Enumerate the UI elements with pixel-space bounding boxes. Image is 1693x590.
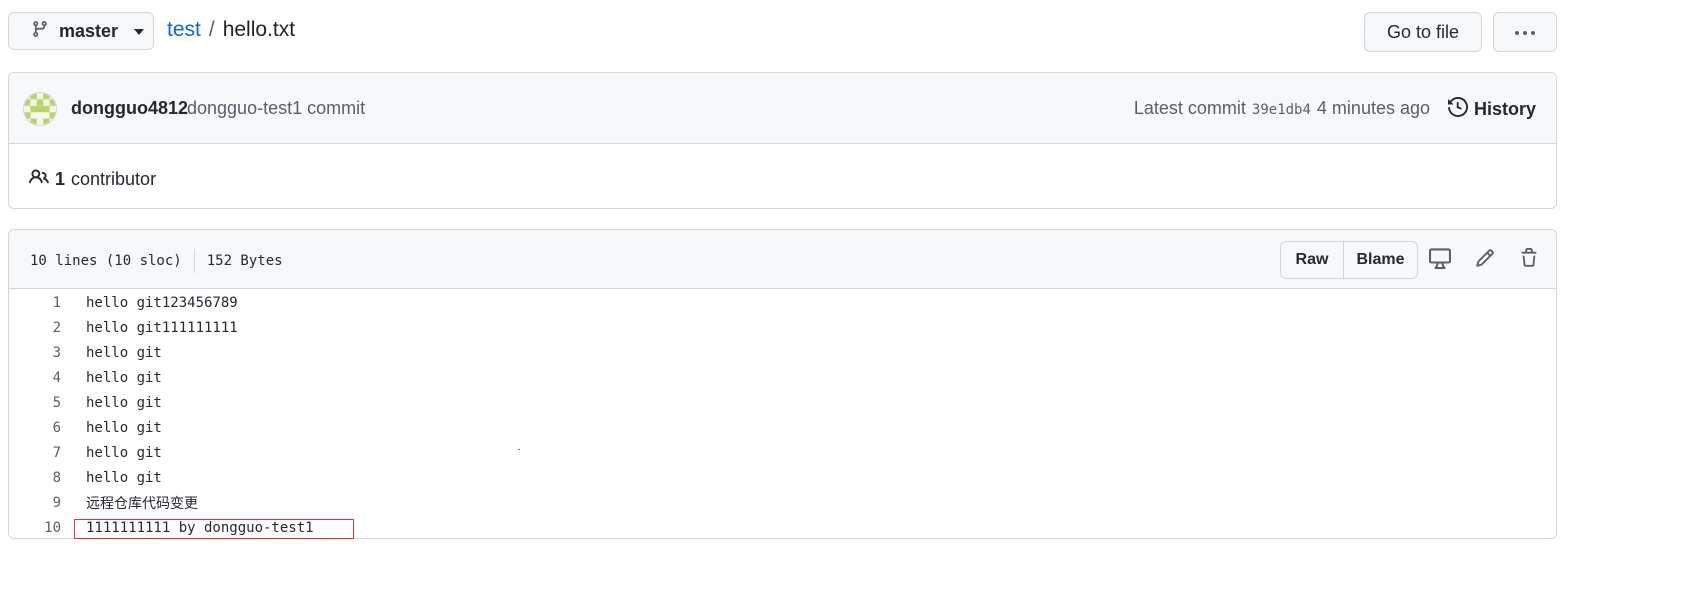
branch-selector-button[interactable]: master [8, 12, 154, 50]
code-line: 5 hello git [9, 390, 1556, 415]
line-content: 远程仓库代码变更 [86, 495, 198, 512]
history-label: History [1473, 99, 1536, 119]
latest-commit-box: dongguo4812 dongguo-test1 commit Latest … [8, 72, 1557, 209]
raw-blame-group: Raw Blame [1280, 241, 1418, 279]
latest-commit-label: Latest commit [1133, 98, 1246, 118]
commit-header: dongguo4812 dongguo-test1 commit Latest … [9, 73, 1556, 144]
code-line: 8 hello git [9, 465, 1556, 490]
raw-button[interactable]: Raw [1281, 242, 1344, 278]
file-size: 152 Bytes [206, 253, 283, 269]
commit-message-link[interactable]: dongguo-test1 commit [187, 98, 365, 119]
code-table: 1 hello git123456789 2 hello git111111111 3 h… [9, 289, 1556, 538]
line-number[interactable]: 8 [9, 470, 86, 486]
line-content: hello git [86, 469, 162, 486]
chevron-down-icon [134, 29, 145, 35]
line-number[interactable]: 1 [9, 295, 86, 311]
line-content: hello git [86, 444, 162, 461]
contributor-label: contributor [71, 169, 157, 189]
commit-author-link[interactable]: dongguo4812 [71, 98, 188, 119]
code-line: 1 hello git123456789 [9, 290, 1556, 315]
code-line: 4 hello git [9, 365, 1556, 390]
contributor-count: 1 [55, 169, 66, 189]
line-content: hello git111111111 [86, 319, 238, 336]
code-line: 6 hello git [9, 415, 1556, 440]
line-number[interactable]: 3 [9, 345, 86, 361]
history-icon [1447, 96, 1468, 122]
file-info: 10 lines (10 sloc) 152 Bytes [30, 249, 283, 273]
code-line: 7 hello git [9, 440, 1556, 465]
people-icon [29, 167, 49, 192]
line-content: hello git123456789 [86, 294, 238, 311]
commit-sha-link[interactable]: 39e1db4 [1252, 102, 1311, 118]
code-line: 2 hello git111111111 [9, 315, 1556, 340]
commit-time: 4 minutes ago [1316, 98, 1430, 118]
kebab-horizontal-icon [1514, 23, 1536, 41]
line-content: hello git [86, 344, 162, 361]
breadcrumb-repo-link[interactable]: test [167, 18, 201, 42]
blame-button[interactable]: Blame [1344, 242, 1417, 278]
breadcrumb: test / hello.txt [167, 18, 295, 42]
go-to-file-button[interactable]: Go to file [1364, 12, 1482, 52]
line-content: hello git [86, 369, 162, 386]
code-line: 9 远程仓库代码变更 [9, 490, 1556, 515]
line-number[interactable]: 9 [9, 495, 86, 511]
file-viewer: 10 lines (10 sloc) 152 Bytes Raw Blame 1… [8, 229, 1557, 539]
line-number[interactable]: 4 [9, 370, 86, 386]
branch-name: master [59, 20, 119, 41]
git-branch-icon [31, 19, 49, 44]
file-lines-info: 10 lines (10 sloc) [30, 253, 182, 269]
file-header: 10 lines (10 sloc) 152 Bytes Raw Blame [9, 230, 1556, 289]
breadcrumb-separator: / [208, 18, 215, 41]
line-number[interactable]: 2 [9, 320, 86, 336]
divider [193, 249, 195, 273]
breadcrumb-file-name: hello.txt [222, 18, 296, 41]
annotation-highlight-box [74, 519, 354, 539]
line-content: hello git [86, 419, 162, 436]
history-button[interactable]: History [1447, 96, 1536, 122]
line-number[interactable]: 5 [9, 395, 86, 411]
trash-icon[interactable] [1517, 246, 1541, 270]
pencil-icon[interactable] [1473, 246, 1497, 270]
more-options-button[interactable] [1493, 12, 1557, 52]
line-number[interactable]: 6 [9, 420, 86, 436]
desktop-icon[interactable] [1428, 246, 1452, 270]
annotation-dot [518, 449, 520, 450]
avatar[interactable] [23, 92, 57, 126]
line-number[interactable]: 7 [9, 445, 86, 461]
code-line: 3 hello git [9, 340, 1556, 365]
line-content: hello git [86, 394, 162, 411]
contributors-link[interactable]: 1 contributor [29, 167, 156, 192]
latest-commit-info: Latest commit 39e1db4 4 minutes ago [1134, 98, 1430, 119]
